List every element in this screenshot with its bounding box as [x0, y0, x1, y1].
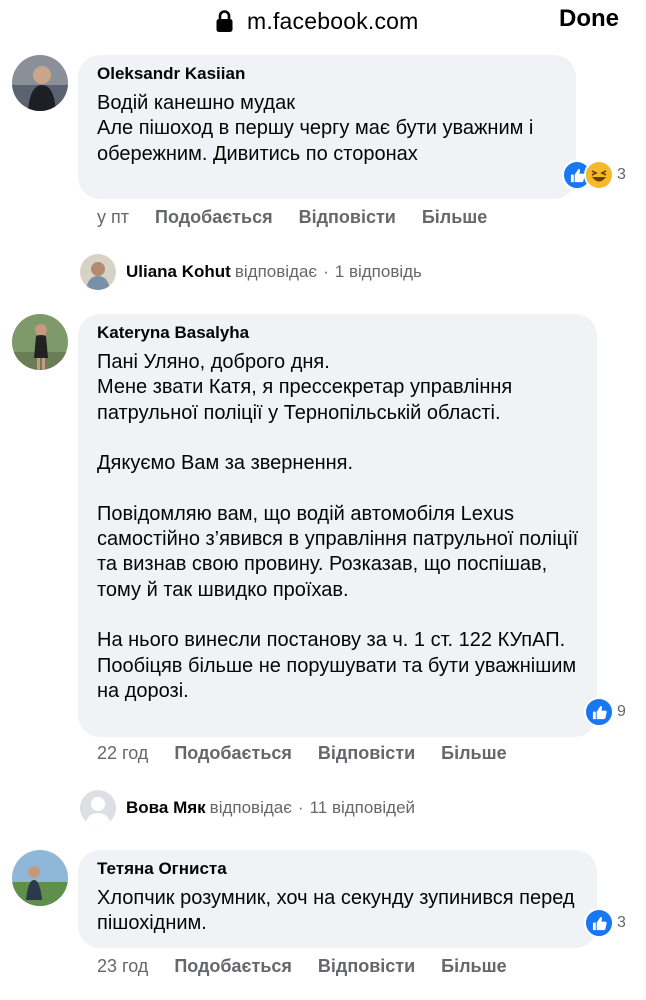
- like-button[interactable]: Подобається: [174, 956, 292, 977]
- comment-author[interactable]: Kateryna Basalyha: [97, 323, 249, 343]
- comment-actions: 23 год Подобається Відповісти Більше: [97, 956, 533, 977]
- comment-author[interactable]: Oleksandr Kasiian: [97, 64, 245, 84]
- like-button[interactable]: Подобається: [174, 743, 292, 764]
- comment-time[interactable]: у пт: [97, 207, 129, 228]
- comment-time[interactable]: 22 год: [97, 743, 148, 764]
- reply-avatar: [80, 254, 116, 290]
- replies-summary[interactable]: Вова Мяк відповідає · 11 відповідей: [80, 790, 415, 826]
- url-text: m.facebook.com: [247, 7, 419, 34]
- reply-count: 1 відповідь: [334, 262, 422, 281]
- reaction-count: 3: [617, 914, 626, 931]
- comment-text: Хлопчик розумник, хоч на секунду зупинив…: [97, 887, 575, 935]
- comment-time[interactable]: 23 год: [97, 956, 148, 977]
- reply-verb: відповідає: [234, 262, 318, 281]
- comment-bubble: Kateryna Basalyha Пані Уляно, доброго дн…: [78, 314, 597, 737]
- avatar[interactable]: [12, 314, 68, 370]
- like-icon: [584, 697, 614, 727]
- comment-actions: у пт Подобається Відповісти Більше: [97, 207, 513, 228]
- reactions-badge[interactable]: 3: [562, 160, 629, 190]
- more-button[interactable]: Більше: [441, 743, 506, 764]
- comment-author[interactable]: Тетяна Огниста: [97, 859, 227, 879]
- more-button[interactable]: Більше: [422, 207, 487, 228]
- reply-verb: відповідає: [209, 798, 292, 817]
- comment-bubble: Oleksandr Kasiian Водій канешно мудак Ал…: [78, 55, 576, 199]
- address-bar[interactable]: m.facebook.com: [216, 6, 419, 36]
- avatar[interactable]: [12, 55, 68, 111]
- reply-button[interactable]: Відповісти: [318, 956, 415, 977]
- reactions-badge[interactable]: 9: [584, 697, 629, 727]
- reply-author: Вова Мяк: [126, 798, 206, 817]
- comment-text: Водій канешно мудак Але пішоход в першу …: [97, 92, 534, 165]
- separator-dot: ·: [323, 262, 329, 281]
- reply-author: Uliana Kohut: [126, 262, 231, 281]
- avatar[interactable]: [12, 850, 68, 906]
- comment-actions: 22 год Подобається Відповісти Більше: [97, 743, 533, 764]
- reply-count: 11 відповідей: [309, 798, 416, 817]
- comment-text: Пані Уляно, доброго дня. Мене звати Катя…: [97, 351, 579, 702]
- reply-avatar: [80, 790, 116, 826]
- like-button[interactable]: Подобається: [155, 207, 273, 228]
- more-button[interactable]: Більше: [441, 956, 506, 977]
- lock-icon: [216, 10, 233, 32]
- reactions-badge[interactable]: 3: [584, 908, 629, 938]
- comment-bubble: Тетяна Огниста Хлопчик розумник, хоч на …: [78, 850, 597, 948]
- browser-top-bar: m.facebook.com Done: [0, 0, 646, 44]
- haha-icon: [584, 160, 614, 190]
- reaction-count: 3: [617, 166, 626, 183]
- separator-dot: ·: [297, 798, 304, 817]
- reaction-count: 9: [617, 703, 626, 720]
- like-icon: [584, 908, 614, 938]
- reply-button[interactable]: Відповісти: [318, 743, 415, 764]
- replies-summary[interactable]: Uliana Kohut відповідає · 1 відповідь: [80, 254, 422, 290]
- done-button[interactable]: Done: [559, 5, 619, 33]
- reply-button[interactable]: Відповісти: [299, 207, 396, 228]
